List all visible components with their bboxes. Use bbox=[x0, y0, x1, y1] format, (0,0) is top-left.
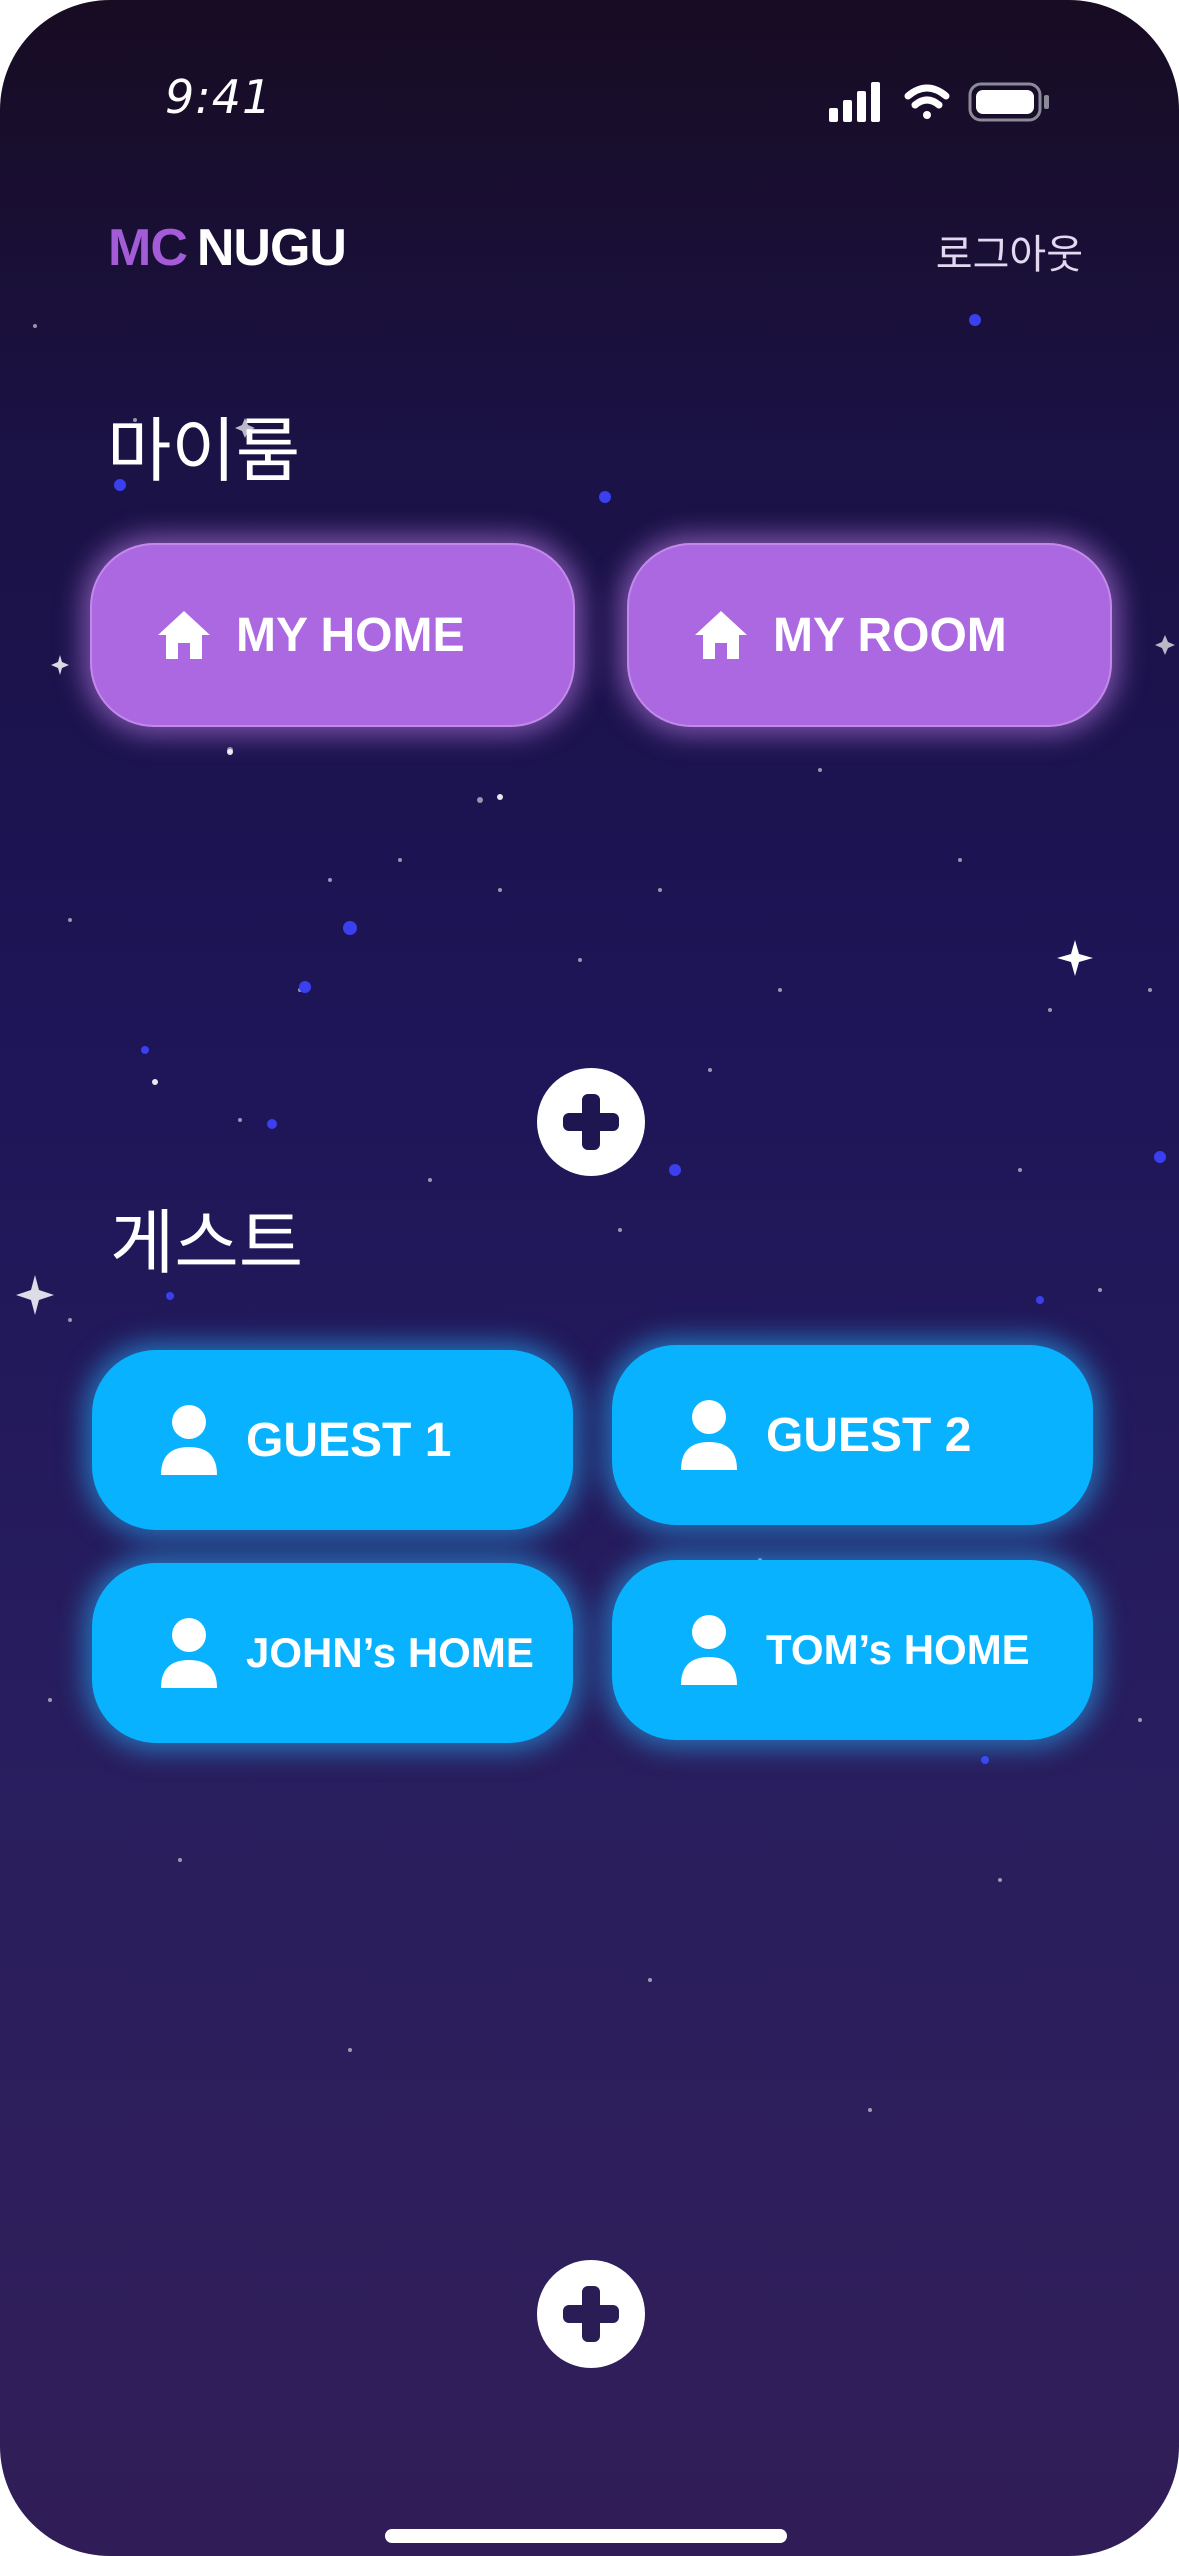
logout-button[interactable]: 로그아웃 bbox=[936, 222, 1083, 280]
room-button-label: MY HOME bbox=[236, 608, 465, 662]
guest-button-guest-1[interactable]: GUEST 1 bbox=[92, 1350, 573, 1530]
room-button-my-room[interactable]: MY ROOM bbox=[627, 543, 1112, 727]
user-icon bbox=[160, 1616, 218, 1690]
user-icon bbox=[680, 1398, 738, 1472]
guest-button-label: GUEST 2 bbox=[766, 1408, 972, 1462]
logo-nugu: NUGU bbox=[196, 219, 347, 277]
plus-icon bbox=[563, 1094, 619, 1150]
battery-icon bbox=[968, 82, 1049, 122]
home-icon bbox=[693, 609, 749, 661]
home-icon bbox=[156, 609, 212, 661]
my-room-title: 마이룸 bbox=[107, 410, 301, 492]
guest-button-label: TOM’s HOME bbox=[766, 1626, 1030, 1673]
guest-title: 게스트 bbox=[110, 1202, 304, 1284]
app-screen: 9:41 MC NUGU 로그아웃 마이룸 MY HOME MY ROOM 게스… bbox=[0, 0, 1179, 2556]
plus-icon bbox=[563, 2286, 619, 2342]
guest-button-label: JOHN’s HOME bbox=[246, 1629, 534, 1676]
room-button-label: MY ROOM bbox=[773, 608, 1007, 662]
add-room-button[interactable] bbox=[537, 1068, 645, 1176]
guest-button-label: GUEST 1 bbox=[246, 1413, 452, 1467]
home-indicator[interactable] bbox=[385, 2529, 787, 2543]
guest-button-johns-home[interactable]: JOHN’s HOME bbox=[92, 1563, 573, 1743]
user-icon bbox=[160, 1403, 218, 1477]
app-logo: MC NUGU bbox=[108, 218, 347, 278]
guest-button-guest-2[interactable]: GUEST 2 bbox=[612, 1345, 1093, 1525]
add-guest-button[interactable] bbox=[537, 2260, 645, 2368]
logo-mc: MC bbox=[108, 219, 188, 277]
status-time: 9:41 bbox=[165, 70, 273, 124]
room-button-my-home[interactable]: MY HOME bbox=[90, 543, 575, 727]
cellular-signal-icon bbox=[829, 82, 880, 122]
status-icons bbox=[829, 82, 1049, 122]
user-icon bbox=[680, 1613, 738, 1687]
guest-button-toms-home[interactable]: TOM’s HOME bbox=[612, 1560, 1093, 1740]
wifi-icon bbox=[904, 84, 950, 119]
